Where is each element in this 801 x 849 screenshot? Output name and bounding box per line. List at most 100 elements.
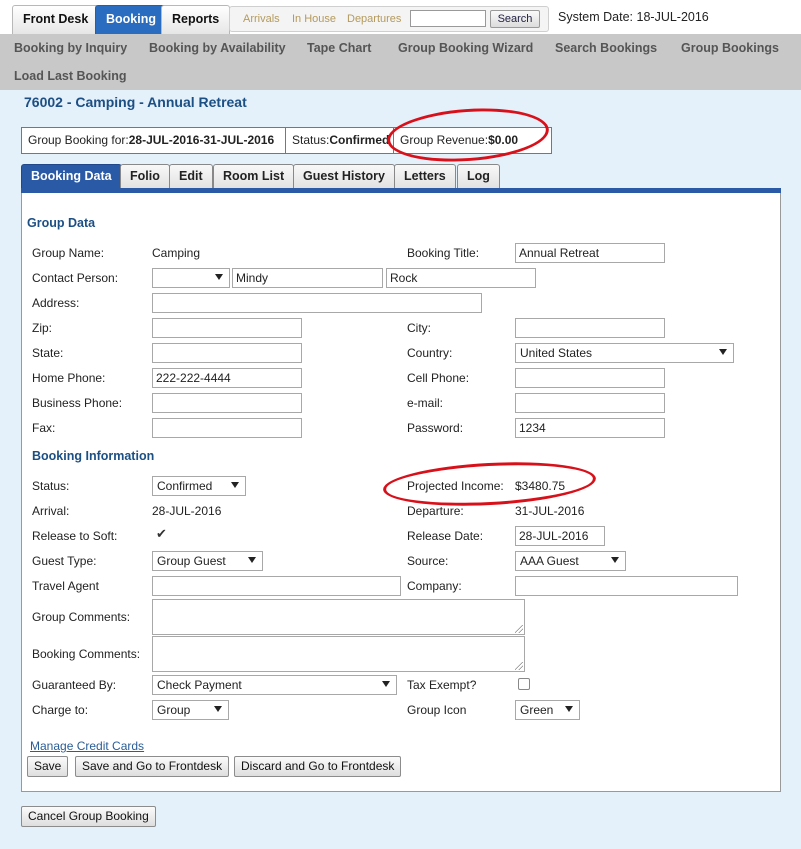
tab-booking-data[interactable]: Booking Data <box>21 164 122 188</box>
chevron-down-icon <box>214 706 222 712</box>
source-value: AAA Guest <box>520 554 579 568</box>
source-select[interactable]: AAA Guest <box>515 551 626 571</box>
fax-input[interactable] <box>152 418 302 438</box>
tab-letters[interactable]: Letters <box>394 164 456 188</box>
cancel-group-booking-button[interactable]: Cancel Group Booking <box>21 806 156 827</box>
tab-front-desk[interactable]: Front Desk <box>12 5 100 34</box>
nav-search-bookings[interactable]: Search Bookings <box>555 41 657 55</box>
group-icon-value: Green <box>520 703 554 717</box>
country-select[interactable]: United States <box>515 343 734 363</box>
group-revenue-cell: Group Revenue:$0.00 <box>394 128 551 153</box>
guaranteed-by-value: Check Payment <box>157 678 242 692</box>
departures-link[interactable]: Departures <box>347 13 401 25</box>
quick-search-box: Arrivals In House Departures Search <box>229 6 549 32</box>
contact-last-name-input[interactable]: Rock <box>386 268 536 288</box>
zip-input[interactable] <box>152 318 302 338</box>
discard-and-go-to-frontdesk-button[interactable]: Discard and Go to Frontdesk <box>234 756 402 777</box>
booking-status-select[interactable]: Confirmed <box>152 476 246 496</box>
system-date: System Date: 18-JUL-2016 <box>558 10 709 24</box>
email-input[interactable] <box>515 393 665 413</box>
arrival-label: Arrival: <box>32 504 70 518</box>
address-input[interactable] <box>152 293 482 313</box>
projected-income-value: $3480.75 <box>515 479 566 493</box>
charge-to-value: Group <box>157 703 191 717</box>
booking-title-input[interactable]: Annual Retreat <box>515 243 665 263</box>
state-label: State: <box>32 346 64 360</box>
tab-guest-history[interactable]: Guest History <box>293 164 395 188</box>
city-input[interactable] <box>515 318 665 338</box>
cell-phone-input[interactable] <box>515 368 665 388</box>
password-label: Password: <box>407 421 464 435</box>
save-and-go-to-frontdesk-button[interactable]: Save and Go to Frontdesk <box>75 756 230 777</box>
booking-comments-textarea[interactable] <box>152 636 525 672</box>
in-house-link[interactable]: In House <box>292 13 336 25</box>
release-to-soft-label: Release to Soft: <box>32 529 118 543</box>
chevron-down-icon <box>382 681 390 687</box>
resize-grip-icon[interactable] <box>515 662 523 670</box>
group-booking-for-label: Group Booking for: <box>28 133 129 147</box>
quick-search-input[interactable] <box>410 10 486 27</box>
guaranteed-by-label: Guaranteed By: <box>32 678 117 692</box>
tab-booking[interactable]: Booking <box>95 5 167 34</box>
group-icon-select[interactable]: Green <box>515 700 580 720</box>
travel-agent-label: Travel Agent <box>32 579 99 593</box>
tax-exempt-checkbox[interactable] <box>518 678 530 690</box>
charge-to-select[interactable]: Group <box>152 700 229 720</box>
manage-credit-cards-link[interactable]: Manage Credit Cards <box>30 739 144 753</box>
projected-income-label: Projected Income: <box>407 479 504 493</box>
state-input[interactable] <box>152 343 302 363</box>
city-label: City: <box>407 321 431 335</box>
status-label: Status: <box>292 133 330 147</box>
guest-type-select[interactable]: Group Guest <box>152 551 263 571</box>
contact-salutation-select[interactable] <box>152 268 230 288</box>
group-booking-dates: 28-JUL-2016-31-JUL-2016 <box>128 133 275 147</box>
fax-label: Fax: <box>32 421 56 435</box>
cell-phone-label: Cell Phone: <box>407 371 470 385</box>
booking-title-label: Booking Title: <box>407 246 480 260</box>
booking-comments-label: Booking Comments: <box>32 647 141 661</box>
contact-person-label: Contact Person: <box>32 271 119 285</box>
release-date-label: Release Date: <box>407 529 484 543</box>
group-info-bar: Group Booking for:28-JUL-2016-31-JUL-201… <box>21 127 552 154</box>
chevron-down-icon <box>565 706 573 712</box>
group-revenue-label: Group Revenue: <box>400 133 489 147</box>
release-date-input[interactable]: 28-JUL-2016 <box>515 526 605 546</box>
group-comments-textarea[interactable] <box>152 599 525 635</box>
arrival-value: 28-JUL-2016 <box>152 504 222 518</box>
resize-grip-icon[interactable] <box>515 625 523 633</box>
chevron-down-icon <box>215 274 223 280</box>
nav-group-booking-wizard[interactable]: Group Booking Wizard <box>398 41 533 55</box>
nav-tape-chart[interactable]: Tape Chart <box>307 41 371 55</box>
nav-load-last-booking[interactable]: Load Last Booking <box>14 69 127 83</box>
guest-type-label: Guest Type: <box>32 554 97 568</box>
search-button[interactable]: Search <box>490 10 540 28</box>
booking-status-value: Confirmed <box>157 479 213 493</box>
business-phone-input[interactable] <box>152 393 302 413</box>
save-button[interactable]: Save <box>27 756 69 777</box>
nav-booking-by-availability[interactable]: Booking by Availability <box>149 41 286 55</box>
password-input[interactable]: 1234 <box>515 418 665 438</box>
country-label: Country: <box>407 346 453 360</box>
tab-folio[interactable]: Folio <box>120 164 170 188</box>
tab-log[interactable]: Log <box>457 164 500 188</box>
guaranteed-by-select[interactable]: Check Payment <box>152 675 397 695</box>
home-phone-input[interactable]: 222-222-4444 <box>152 368 302 388</box>
company-input[interactable] <box>515 576 738 596</box>
departure-value: 31-JUL-2016 <box>515 504 585 518</box>
email-label: e-mail: <box>407 396 444 410</box>
guest-type-value: Group Guest <box>157 554 226 568</box>
tab-room-list[interactable]: Room List <box>213 164 295 188</box>
nav-booking-by-inquiry[interactable]: Booking by Inquiry <box>14 41 127 55</box>
travel-agent-input[interactable] <box>152 576 401 596</box>
booking-status-label: Status: <box>32 479 70 493</box>
group-revenue-value: $0.00 <box>488 133 519 147</box>
status-cell: Status:Confirmed <box>286 128 394 153</box>
contact-first-name-input[interactable]: Mindy <box>232 268 383 288</box>
release-to-soft-checkbox[interactable]: ✔ <box>156 527 167 541</box>
nav-group-bookings[interactable]: Group Bookings <box>681 41 779 55</box>
address-label: Address: <box>32 296 80 310</box>
home-phone-label: Home Phone: <box>32 371 106 385</box>
tab-reports[interactable]: Reports <box>161 5 231 34</box>
arrivals-link[interactable]: Arrivals <box>243 13 280 25</box>
tab-edit[interactable]: Edit <box>169 164 213 188</box>
